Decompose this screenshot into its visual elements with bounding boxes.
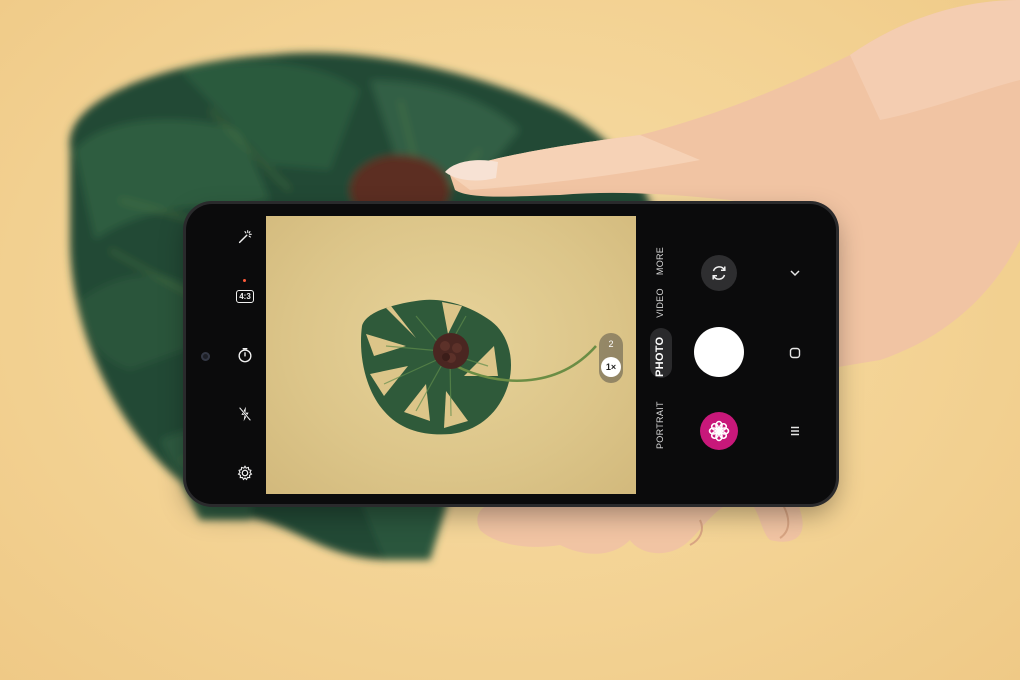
chevron-down-icon[interactable] [787, 265, 803, 281]
preview-scene [360, 299, 597, 435]
front-camera [201, 352, 210, 361]
home-icon[interactable] [787, 345, 803, 361]
zoom-selector[interactable]: 2 1× [599, 333, 623, 383]
camera-quick-settings: 4:3 [222, 218, 268, 492]
flash-indicator-dot [243, 279, 246, 282]
flash-off-icon[interactable] [234, 403, 256, 425]
aspect-ratio-label: 4:3 [236, 289, 254, 303]
zoom-option-2x[interactable]: 2 [599, 339, 623, 349]
switch-camera-button[interactable] [701, 255, 737, 291]
settings-icon[interactable] [234, 462, 256, 484]
timer-icon[interactable] [234, 344, 256, 366]
magic-wand-icon[interactable] [234, 226, 256, 248]
mode-photo[interactable]: PHOTO [654, 337, 666, 377]
camera-viewfinder[interactable]: 2 1× [266, 216, 636, 494]
flower-icon [708, 420, 730, 442]
shutter-button[interactable] [694, 327, 744, 377]
smartphone: 4:3 2 1× MORE VIDEO PHOTO PORTRAIT [186, 204, 836, 504]
aspect-ratio-button[interactable]: 4:3 [234, 279, 256, 307]
zoom-option-1x[interactable]: 1× [601, 357, 621, 377]
preview-leaf [360, 299, 597, 435]
gallery-button[interactable] [700, 412, 738, 450]
mode-video[interactable]: VIDEO [655, 285, 665, 321]
camera-switch-icon [712, 266, 726, 280]
camera-mode-selector: MORE VIDEO PHOTO PORTRAIT [642, 218, 678, 492]
menu-icon[interactable] [787, 423, 803, 439]
mode-more[interactable]: MORE [655, 243, 665, 279]
mode-portrait[interactable]: PORTRAIT [655, 401, 665, 449]
